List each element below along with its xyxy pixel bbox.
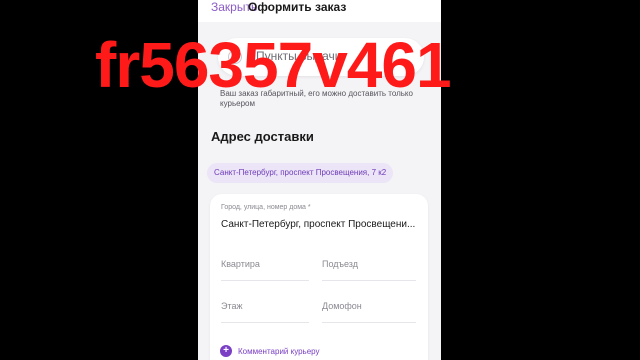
entrance-field[interactable]: Подъезд — [322, 259, 358, 269]
screen-recording-frame: Закрыть Оформить заказ Пункты выдачи Ваш… — [0, 0, 640, 360]
add-courier-comment-button[interactable]: + Комментарий курьеру — [220, 344, 320, 358]
floor-field[interactable]: Этаж — [221, 301, 243, 311]
city-field[interactable]: Санкт-Петербург, проспект Просвещени... — [221, 219, 421, 230]
navigation-bar: Закрыть Оформить заказ — [198, 0, 441, 22]
page-title: Оформить заказ — [248, 0, 347, 14]
address-form-card: Город, улица, номер дома * Санкт-Петербу… — [210, 194, 428, 360]
intercom-field[interactable]: Домофон — [322, 301, 362, 311]
plus-icon: + — [220, 345, 232, 357]
delivery-address-heading: Адрес доставки — [211, 129, 314, 144]
entrance-underline — [322, 280, 416, 281]
city-field-label: Город, улица, номер дома * — [221, 204, 311, 211]
intercom-underline — [322, 322, 416, 323]
apartment-underline — [221, 280, 309, 281]
watermark-overlay: fr56357v461 — [95, 29, 452, 101]
suggested-address-chip[interactable]: Санкт-Петербург, проспект Просвещения, 7… — [207, 163, 394, 183]
floor-underline — [221, 322, 309, 323]
apartment-field[interactable]: Квартира — [221, 259, 260, 269]
courier-comment-label: Комментарий курьеру — [238, 346, 320, 356]
